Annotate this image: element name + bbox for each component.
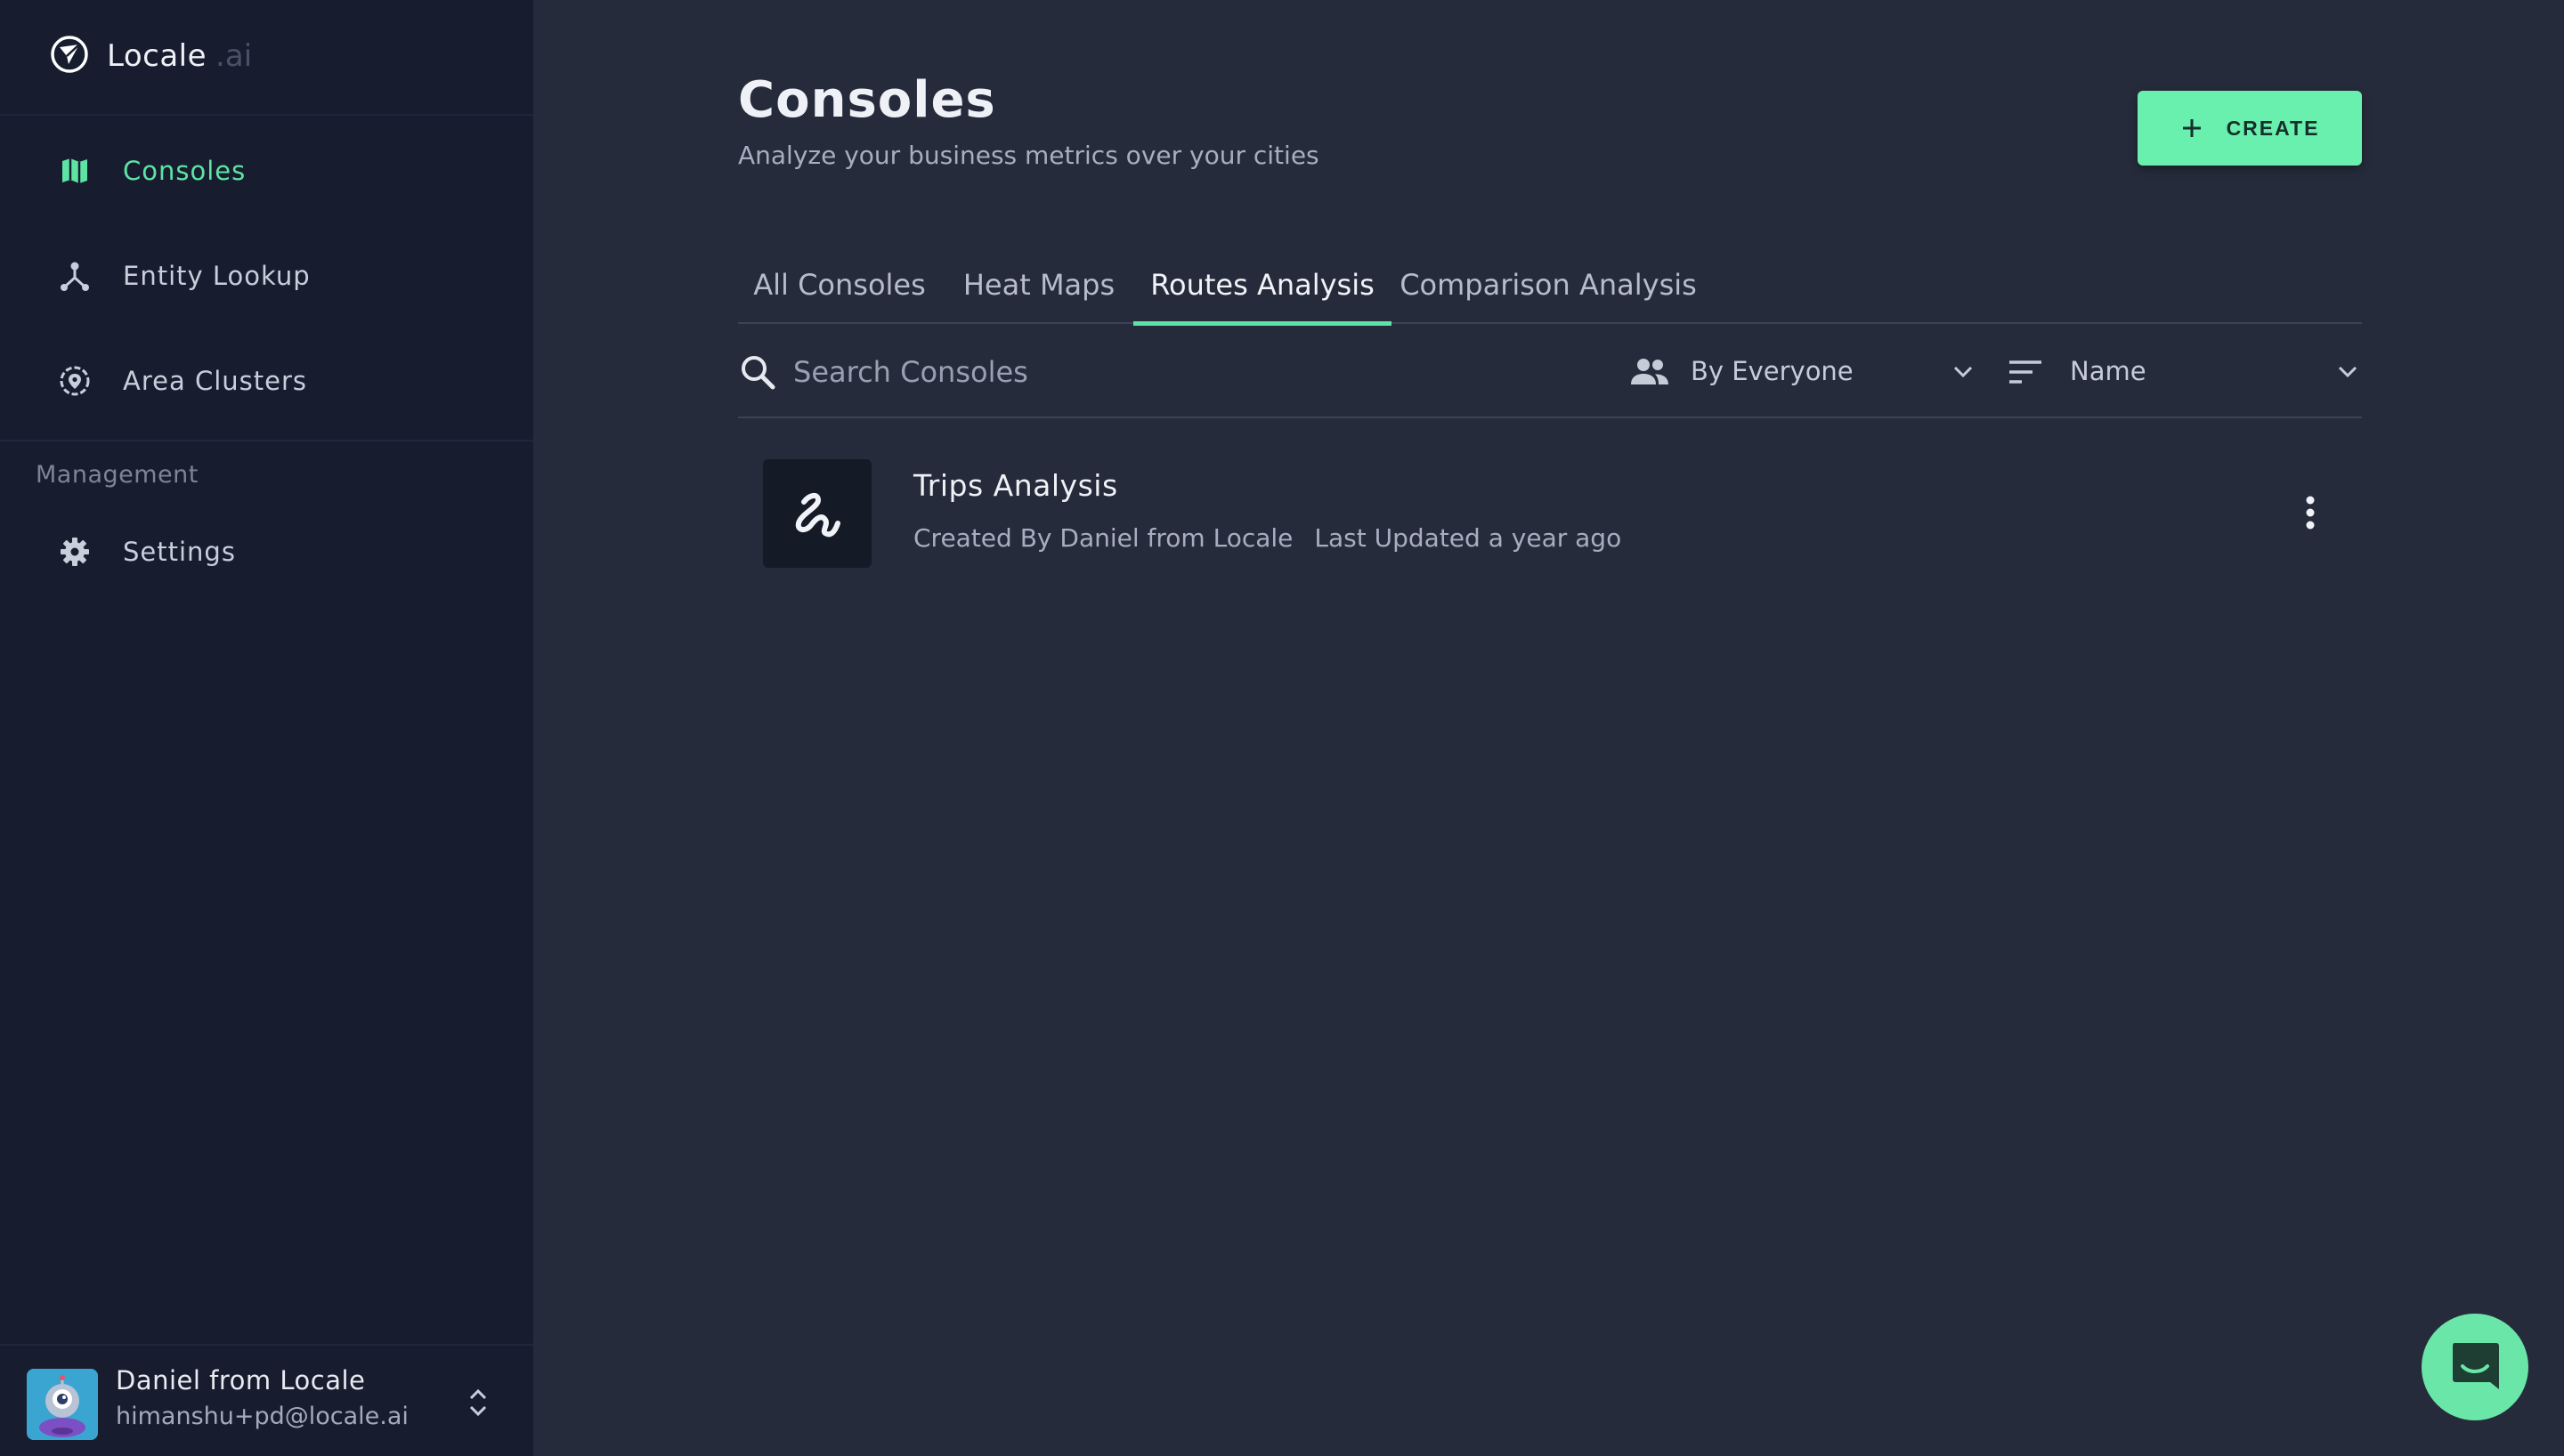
sort-dropdown[interactable]: Name [2008,326,2364,418]
create-button-label: CREATE [2226,116,2320,140]
user-name: Daniel from Locale [116,1365,366,1395]
chevron-down-icon [2333,358,2362,386]
sidebar-item-area-clusters[interactable]: Area Clusters [0,342,533,420]
console-meta: Created By Daniel from Locale Last Update… [913,523,1621,553]
sidebar-item-label: Entity Lookup [123,261,311,291]
brand-name: Locale [107,38,207,74]
more-options-icon[interactable] [2292,491,2328,534]
account-switch-chevron-icon[interactable] [463,1383,493,1422]
avatar [27,1369,98,1440]
search-input[interactable] [793,345,1594,399]
chevron-down-icon [1949,358,1977,386]
user-profile[interactable]: Daniel from Locale himanshu+pd@locale.ai [0,1344,533,1456]
section-label-management: Management [36,461,199,489]
plus-icon [2180,117,2203,140]
sidebar-divider [0,440,533,441]
sidebar: Locale .ai Consoles Entity Lookup Area C… [0,0,533,1456]
chat-widget-button[interactable] [2422,1314,2528,1420]
chat-icon [2447,1338,2503,1396]
map-icon [57,153,93,189]
page-subtitle: Analyze your business metrics over your … [738,141,1319,170]
list-item[interactable]: Trips Analysis Created By Daniel from Lo… [738,445,2362,578]
brand-suffix: .ai [215,38,253,74]
sidebar-item-label: Consoles [123,156,247,186]
user-email: himanshu+pd@locale.ai [116,1403,409,1430]
route-squiggle-icon [763,459,872,568]
search-icon [738,352,777,392]
tab-all-consoles[interactable]: All Consoles [738,246,941,324]
sort-icon [2008,354,2043,390]
sidebar-item-label: Area Clusters [123,366,307,396]
console-last-updated: Last Updated a year ago [1314,523,1622,553]
locale-logo-icon [50,35,89,77]
console-title: Trips Analysis [913,468,1118,503]
sidebar-item-entity-lookup[interactable]: Entity Lookup [0,237,533,315]
gear-icon [57,534,93,570]
sort-value: Name [2070,356,2146,386]
filter-bar: By Everyone Name [738,326,2362,418]
console-created-by: Created By Daniel from Locale [913,523,1294,553]
page-title: Consoles [738,71,996,129]
brand-logo[interactable]: Locale .ai [50,34,252,78]
sidebar-item-label: Settings [123,537,236,567]
tab-heat-maps[interactable]: Heat Maps [941,246,1137,324]
sidebar-item-consoles[interactable]: Consoles [0,132,533,210]
sidebar-item-settings[interactable]: Settings [0,513,533,591]
location-target-icon [57,363,93,399]
tab-routes-analysis[interactable]: Routes Analysis [1133,246,1392,326]
network-icon [57,258,93,294]
sidebar-divider [0,114,533,116]
main-content: Consoles Analyze your business metrics o… [533,0,2564,1456]
people-icon [1628,354,1671,390]
console-tabs: All Consoles Heat Maps Routes Analysis C… [738,246,2362,326]
owner-filter-dropdown[interactable]: By Everyone [1628,326,1976,418]
owner-filter-value: By Everyone [1691,356,1854,386]
app-root: Locale .ai Consoles Entity Lookup Area C… [0,0,2564,1456]
tab-comparison-analysis[interactable]: Comparison Analysis [1392,246,1705,324]
create-button[interactable]: CREATE [2138,91,2362,166]
